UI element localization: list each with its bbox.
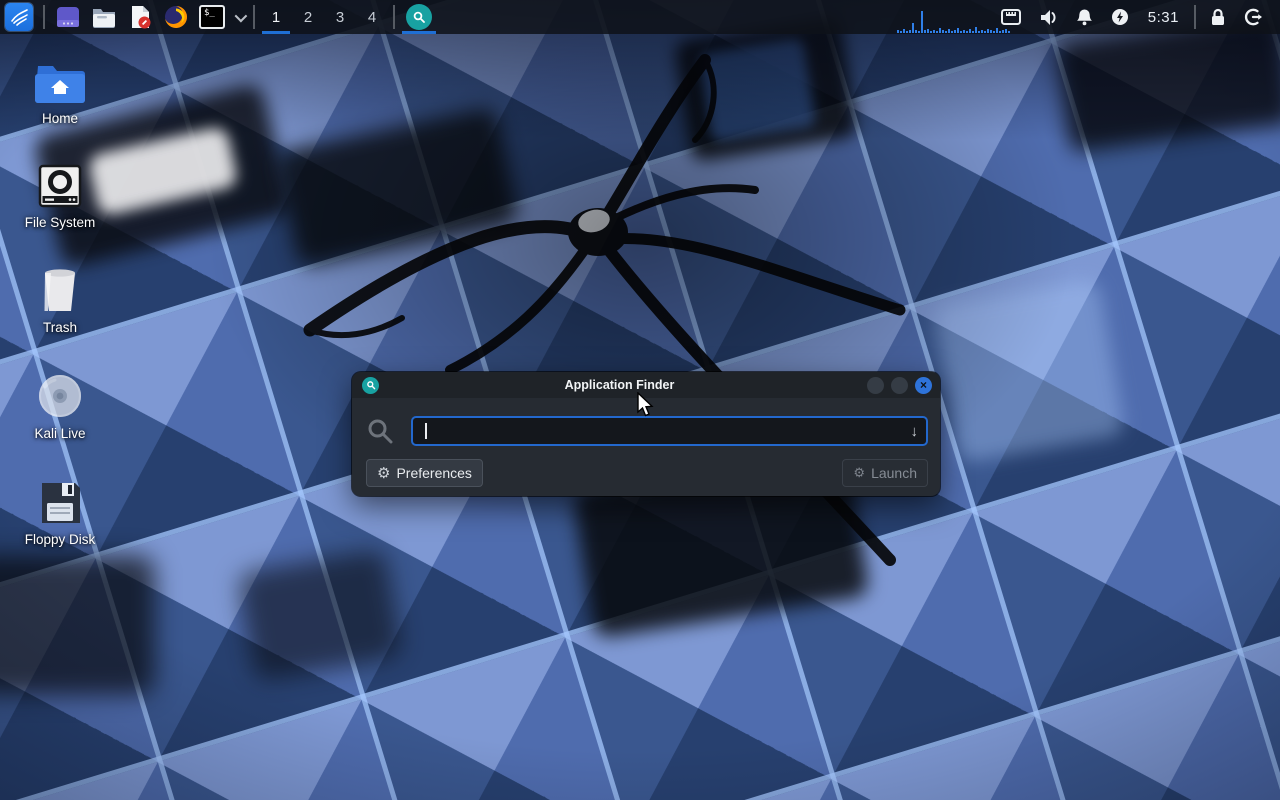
text-caret (425, 423, 427, 439)
kali-logo-icon (5, 3, 33, 31)
drive-icon (8, 158, 112, 208)
launcher-firefox[interactable] (158, 0, 194, 34)
logout-icon (1244, 8, 1263, 26)
system-tray: 5:31 (992, 0, 1280, 34)
workspace-4[interactable]: 4 (356, 0, 388, 34)
desktop-icon-label: File System (8, 215, 112, 230)
chevron-down-icon (234, 9, 247, 22)
desktop-icon-label: Home (8, 111, 112, 126)
network-icon (1001, 9, 1021, 25)
desktop-icon-label: Floppy Disk (8, 532, 112, 547)
terminal-dropdown[interactable] (230, 0, 248, 34)
launch-gear-icon: ⚙ (853, 465, 865, 481)
desktop-icon-floppy-disk[interactable]: Floppy Disk (8, 475, 112, 547)
preferences-button[interactable]: ⚙ Preferences (366, 459, 483, 487)
preferences-label: Preferences (396, 465, 471, 481)
dialog-body: ↓ ⚙ Preferences ⚙ Launch (352, 398, 940, 496)
search-input[interactable]: ↓ (411, 416, 928, 446)
application-finder-icon (362, 377, 379, 394)
workspace-2[interactable]: 2 (292, 0, 324, 34)
desktop-icon-kali-live[interactable]: Kali Live (8, 369, 112, 441)
floppy-disk-icon (8, 475, 112, 525)
top-panel: $_ 1 2 3 4 (0, 0, 1280, 34)
window-title: Application Finder (379, 378, 860, 392)
file-manager-icon (91, 4, 117, 30)
launcher-text-editor[interactable] (122, 0, 158, 34)
desktop-icon-trash[interactable]: Trash (8, 263, 112, 335)
workspace-3[interactable]: 3 (324, 0, 356, 34)
desktop-icon-label: Kali Live (8, 426, 112, 441)
launcher-window-app[interactable] (50, 0, 86, 34)
dropdown-arrow-icon[interactable]: ↓ (911, 423, 919, 440)
bell-icon (1076, 8, 1093, 26)
text-editor-icon (127, 4, 153, 30)
workspace-label: 1 (272, 9, 280, 26)
gear-icon: ⚙ (377, 464, 390, 482)
workspace-1[interactable]: 1 (260, 0, 292, 34)
close-button[interactable]: × (915, 377, 932, 394)
desktop-icon-label: Trash (8, 320, 112, 335)
search-icon (406, 4, 432, 30)
desktop-icon-file-system[interactable]: File System (8, 158, 112, 230)
panel-separator (253, 5, 255, 29)
application-finder-window: Application Finder × ↓ ⚙ Preferences ⚙ (352, 372, 940, 496)
applications-menu-button[interactable] (0, 0, 38, 34)
logout-button[interactable] (1235, 0, 1272, 34)
workspace-label: 2 (304, 9, 312, 26)
launcher-file-manager[interactable] (86, 0, 122, 34)
optical-disc-icon (8, 369, 112, 419)
close-icon: × (920, 379, 927, 391)
network-tray-button[interactable] (992, 0, 1030, 34)
lock-icon (1210, 8, 1226, 26)
titlebar[interactable]: Application Finder × (352, 372, 940, 398)
panel-separator (43, 5, 45, 29)
workspace-label: 3 (336, 9, 344, 26)
launch-button[interactable]: ⚙ Launch (842, 459, 928, 487)
trash-icon (8, 263, 112, 313)
volume-tray-button[interactable] (1030, 0, 1067, 34)
desktop-icon-home[interactable]: Home (8, 54, 112, 126)
volume-icon (1039, 9, 1058, 26)
clock[interactable]: 5:31 (1138, 9, 1189, 26)
window-app-icon (55, 4, 81, 30)
lock-screen-button[interactable] (1201, 0, 1235, 34)
launcher-terminal[interactable]: $_ (194, 0, 230, 34)
power-manager-icon (1111, 8, 1129, 26)
home-folder-icon (8, 54, 112, 104)
terminal-icon: $_ (199, 5, 225, 29)
minimize-button[interactable] (867, 377, 884, 394)
notifications-tray-button[interactable] (1067, 0, 1102, 34)
panel-separator (393, 5, 395, 29)
firefox-icon (163, 4, 189, 30)
maximize-button[interactable] (891, 377, 908, 394)
workspace-label: 4 (368, 9, 376, 26)
application-finder-taskbar-button[interactable] (400, 0, 438, 34)
search-icon (366, 417, 394, 445)
panel-separator (1194, 5, 1196, 29)
power-manager-tray-button[interactable] (1102, 0, 1138, 34)
launch-label: Launch (871, 465, 917, 481)
